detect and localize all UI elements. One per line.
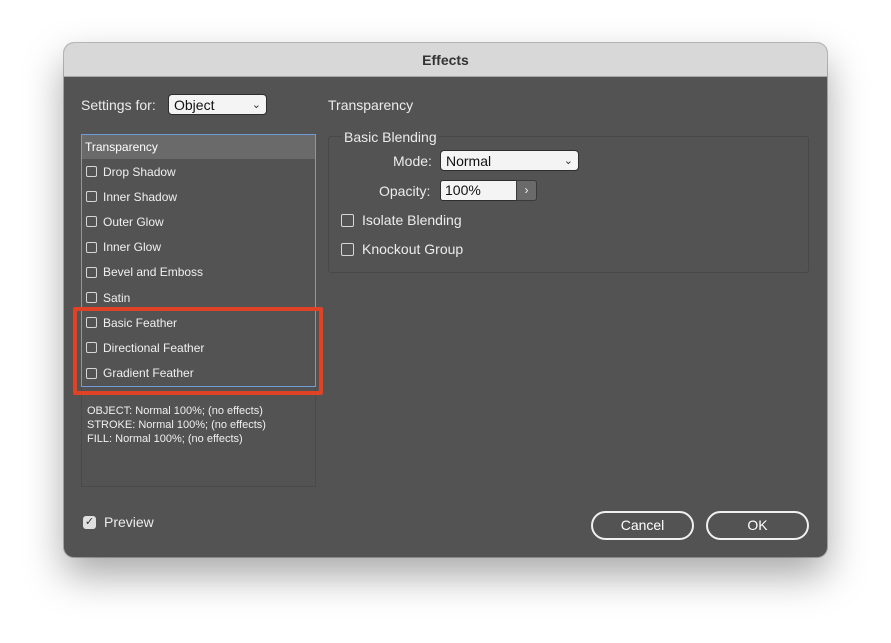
- effect-item-transparency[interactable]: Transparency: [82, 135, 315, 159]
- checkbox-icon[interactable]: [341, 242, 354, 256]
- dialog-title: Effects: [422, 51, 469, 68]
- effect-item-drop-shadow[interactable]: Drop Shadow: [82, 159, 315, 184]
- checkbox-icon[interactable]: [86, 241, 97, 253]
- effects-dialog: Effects Settings for: Object ⌄ Transpare…: [64, 43, 827, 557]
- dialog-titlebar[interactable]: Effects: [64, 43, 827, 77]
- preview-label: Preview: [104, 514, 154, 530]
- summary-line-object: OBJECT: Normal 100%; (no effects): [87, 405, 263, 417]
- checkbox-icon[interactable]: [86, 216, 97, 228]
- mode-label: Mode:: [393, 153, 432, 169]
- effect-item-label: Outer Glow: [103, 214, 164, 229]
- effects-summary: OBJECT: Normal 100%; (no effects) STROKE…: [81, 387, 316, 487]
- opacity-label: Opacity:: [379, 183, 431, 199]
- checkbox-icon[interactable]: [86, 166, 97, 178]
- effect-item-bevel-and-emboss[interactable]: Bevel and Emboss: [82, 260, 315, 285]
- checkbox-icon[interactable]: [341, 213, 354, 227]
- chevron-right-icon: ›: [524, 183, 529, 197]
- checkbox-icon[interactable]: [86, 292, 97, 304]
- isolate-blending-checkbox[interactable]: Isolate Blending: [341, 212, 462, 228]
- opacity-value: 100%: [445, 182, 481, 198]
- mode-value: Normal: [446, 153, 492, 169]
- cancel-button[interactable]: Cancel: [591, 511, 694, 540]
- summary-line-stroke: STROKE: Normal 100%; (no effects): [87, 419, 266, 431]
- effect-item-label: Bevel and Emboss: [103, 265, 204, 280]
- chevron-down-icon: ⌄: [563, 155, 573, 167]
- knockout-group-label: Knockout Group: [362, 241, 464, 257]
- checkbox-icon[interactable]: [86, 266, 97, 278]
- preview-checkbox[interactable]: ✓ Preview: [83, 514, 154, 530]
- effect-item-label: Inner Glow: [103, 240, 162, 255]
- effect-item-label: Drop Shadow: [103, 164, 176, 179]
- panel-title: Transparency: [328, 97, 414, 113]
- effect-item-label: Transparency: [85, 140, 158, 154]
- ok-button[interactable]: OK: [706, 511, 809, 540]
- effect-item-label: Inner Shadow: [103, 189, 178, 204]
- chevron-down-icon: ⌄: [251, 99, 261, 111]
- highlight-box: [73, 307, 323, 395]
- mode-select[interactable]: Normal ⌄: [440, 150, 579, 171]
- settings-for-select[interactable]: Object ⌄: [168, 94, 267, 115]
- checkmark-icon[interactable]: ✓: [83, 515, 96, 529]
- basic-blending-title: Basic Blending: [342, 129, 439, 145]
- opacity-input[interactable]: 100%: [440, 180, 517, 201]
- checkbox-icon[interactable]: [86, 191, 97, 203]
- effect-item-label: Satin: [103, 290, 131, 305]
- effect-item-inner-glow[interactable]: Inner Glow: [82, 235, 315, 260]
- settings-for-label: Settings for:: [81, 97, 156, 113]
- opacity-slider-button[interactable]: ›: [516, 180, 537, 201]
- knockout-group-checkbox[interactable]: Knockout Group: [341, 241, 463, 257]
- summary-line-fill: FILL: Normal 100%; (no effects): [87, 433, 243, 445]
- settings-for-value: Object: [174, 97, 215, 113]
- effect-item-inner-shadow[interactable]: Inner Shadow: [82, 184, 315, 209]
- effect-item-outer-glow[interactable]: Outer Glow: [82, 209, 315, 234]
- isolate-blending-label: Isolate Blending: [362, 212, 462, 228]
